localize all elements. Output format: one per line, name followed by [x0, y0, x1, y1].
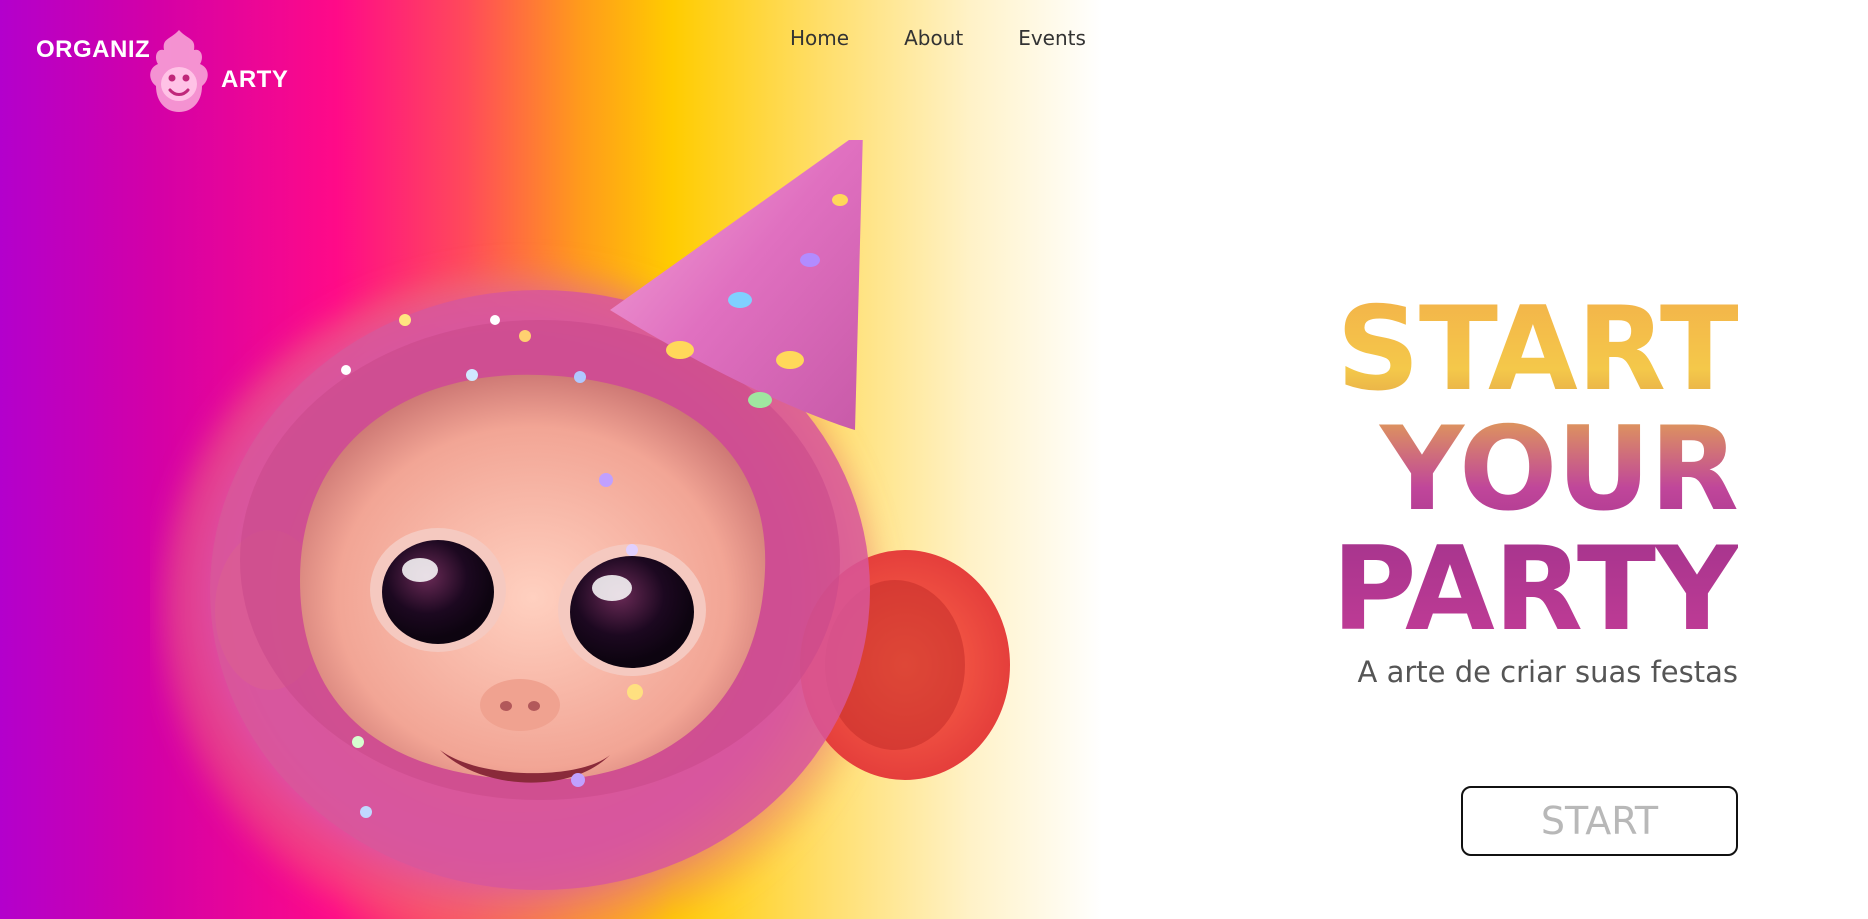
headline-line-2: YOUR	[1332, 410, 1739, 530]
landing-page: ORGANIZ ARTY Home About Events START YOU…	[0, 0, 1868, 919]
hero-headline: START YOUR PARTY	[1331, 290, 1739, 657]
logo-text-left: ORGANIZ	[36, 36, 151, 63]
brand-logo[interactable]: ORGANIZ ARTY	[36, 28, 296, 118]
monkey-logo-icon	[150, 30, 208, 112]
nav-about-link[interactable]: About	[904, 26, 963, 50]
start-button[interactable]: START	[1461, 786, 1738, 856]
nav-home-link[interactable]: Home	[790, 26, 849, 50]
nav-events-link[interactable]: Events	[1018, 26, 1086, 50]
headline-line-3: PARTY	[1331, 522, 1739, 657]
party-monkey-illustration	[160, 140, 1010, 919]
logo-text-right: ARTY	[221, 66, 289, 93]
headline-line-1: START	[1332, 290, 1739, 410]
hero-tagline: A arte de criar suas festas	[1357, 655, 1738, 689]
main-nav: Home About Events	[790, 26, 1141, 50]
